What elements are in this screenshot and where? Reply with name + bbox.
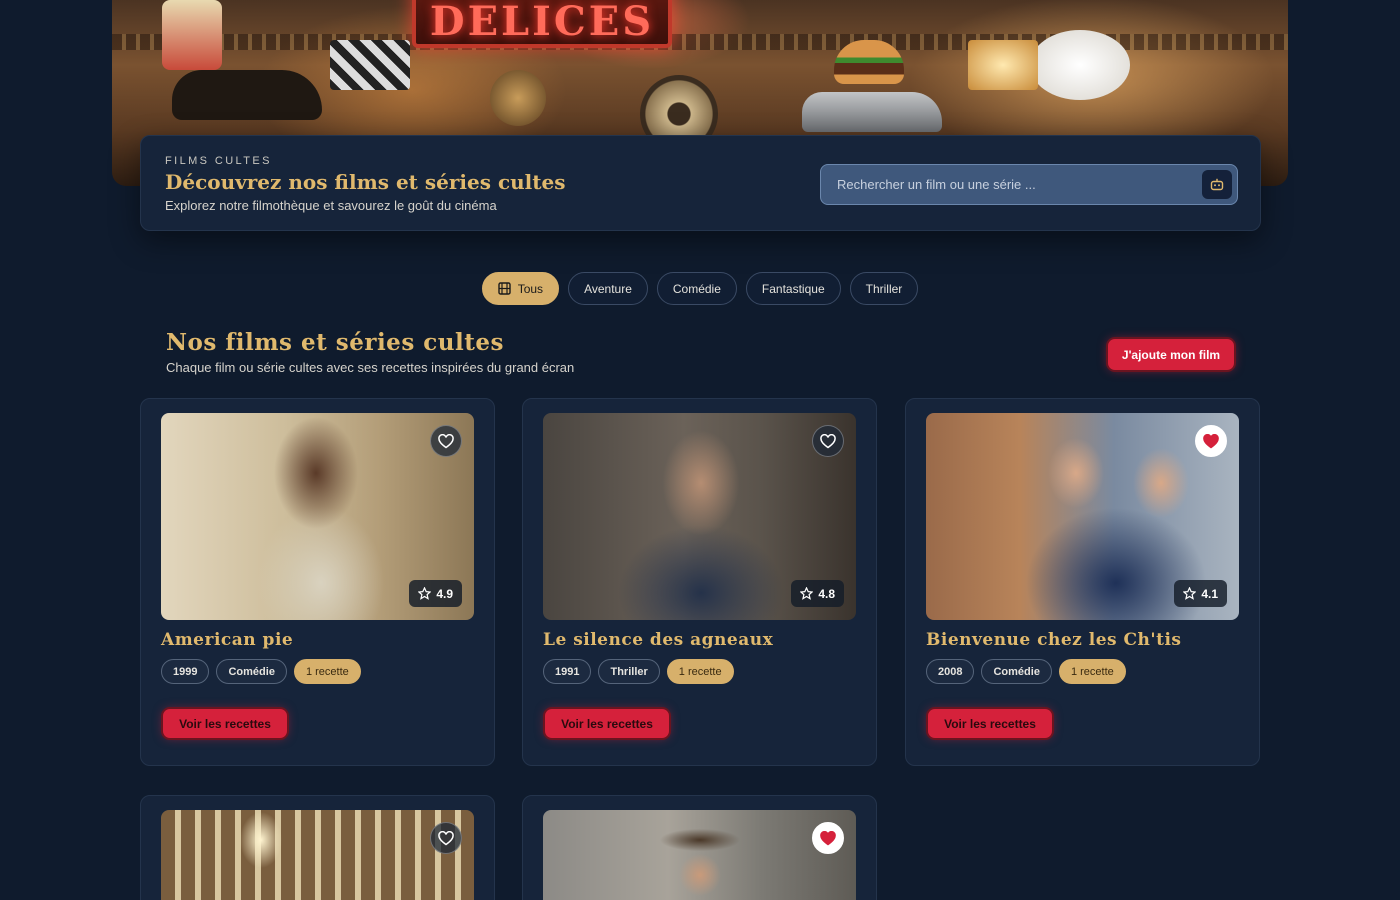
heart-icon	[1203, 433, 1219, 448]
film-icon	[498, 282, 511, 295]
recipe-count-tag: 1 recette	[666, 659, 734, 684]
recipe-count-tag: 1 recette	[1058, 659, 1126, 684]
intro-subtitle: Explorez notre filmothèque et savourez l…	[165, 198, 497, 213]
genre-tag: Comédie	[216, 659, 287, 684]
section-subtitle: Chaque film ou série cultes avec ses rec…	[166, 360, 575, 375]
heart-icon	[820, 830, 836, 845]
view-recipes-button[interactable]: Voir les recettes	[545, 709, 669, 738]
filter-chip-label: Aventure	[584, 281, 632, 296]
intro-kicker: FILMS CULTES	[165, 155, 272, 167]
filter-chip-comedie[interactable]: Comédie	[656, 272, 737, 305]
movie-tags: 1999 Comédie 1 recette	[161, 659, 361, 684]
movie-card: 4.1 Bienvenue chez les Ch'tis 2008 Coméd…	[905, 398, 1260, 766]
filter-chip-all[interactable]: Tous	[481, 272, 560, 305]
robot-icon	[1210, 178, 1224, 191]
heart-icon	[820, 433, 836, 448]
movie-tags: 1991 Thriller 1 recette	[543, 659, 734, 684]
compass-decoration	[490, 70, 546, 126]
favorite-button[interactable]	[812, 425, 844, 457]
year-tag: 2008	[926, 659, 975, 684]
rating-value: 4.8	[818, 586, 835, 601]
genre-tag: Thriller	[598, 659, 660, 684]
intro-panel: FILMS CULTES Découvrez nos films et séri…	[140, 135, 1261, 231]
movie-card	[522, 795, 877, 900]
favorite-button[interactable]	[430, 425, 462, 457]
movie-card: 4.8 Le silence des agneaux 1991 Thriller…	[522, 398, 877, 766]
search-box	[820, 164, 1238, 205]
clapperboard-decoration	[330, 40, 410, 90]
neon-sign-text: DELICES	[429, 0, 655, 45]
popcorn-decoration	[162, 0, 222, 70]
year-tag: 1991	[543, 659, 592, 684]
rating-badge: 4.1	[1174, 580, 1227, 607]
rating-badge: 4.8	[791, 580, 844, 607]
filter-chip-label: Thriller	[865, 281, 903, 296]
movie-tags: 2008 Comédie 1 recette	[926, 659, 1126, 684]
filter-chip-label: Tous	[517, 281, 544, 296]
rating-badge: 4.9	[409, 580, 462, 607]
movie-poster[interactable]: 4.1	[926, 413, 1239, 620]
search-assistant-button[interactable]	[1202, 170, 1232, 199]
favorite-button[interactable]	[1195, 425, 1227, 457]
view-recipes-button[interactable]: Voir les recettes	[163, 709, 287, 738]
burger-decoration	[834, 40, 904, 84]
filter-chip-label: Comédie	[672, 281, 721, 296]
section-title: Nos films et séries cultes	[166, 329, 504, 356]
star-icon	[418, 587, 432, 600]
filter-chip-aventure[interactable]: Aventure	[568, 272, 648, 305]
movie-poster[interactable]	[161, 810, 474, 900]
movie-poster[interactable]: 4.8	[543, 413, 856, 620]
movie-title: American pie	[161, 630, 294, 650]
car-decoration	[172, 70, 322, 120]
genre-tag: Comédie	[981, 659, 1052, 684]
neon-sign: DELICES	[412, 0, 672, 48]
star-icon	[1183, 587, 1197, 600]
movie-title: Bienvenue chez les Ch'tis	[926, 630, 1182, 650]
intro-title: Découvrez nos films et séries cultes	[165, 170, 566, 194]
movie-card	[140, 795, 495, 900]
movie-card: 4.9 American pie 1999 Comédie 1 recette …	[140, 398, 495, 766]
delorean-decoration	[802, 92, 942, 132]
rating-value: 4.1	[1201, 586, 1218, 601]
year-tag: 1999	[161, 659, 210, 684]
chef-hat-decoration	[1030, 30, 1130, 100]
heart-icon	[438, 433, 454, 448]
screen-decoration	[968, 40, 1038, 90]
movie-poster[interactable]	[543, 810, 856, 900]
favorite-button[interactable]	[812, 822, 844, 854]
filter-chip-thriller[interactable]: Thriller	[849, 272, 919, 305]
rating-value: 4.9	[436, 586, 453, 601]
favorite-button[interactable]	[430, 822, 462, 854]
genre-filters: Tous Aventure Comédie Fantastique Thrill…	[0, 272, 1400, 305]
filter-chip-label: Fantastique	[761, 281, 825, 296]
movie-poster[interactable]: 4.9	[161, 413, 474, 620]
heart-icon	[438, 830, 454, 845]
star-icon	[800, 587, 814, 600]
view-recipes-button[interactable]: Voir les recettes	[928, 709, 1052, 738]
movie-title: Le silence des agneaux	[543, 630, 774, 650]
filter-chip-fantastique[interactable]: Fantastique	[745, 272, 841, 305]
search-input[interactable]	[821, 165, 1191, 204]
recipe-count-tag: 1 recette	[293, 659, 361, 684]
add-film-button[interactable]: J'ajoute mon film	[1108, 339, 1234, 370]
